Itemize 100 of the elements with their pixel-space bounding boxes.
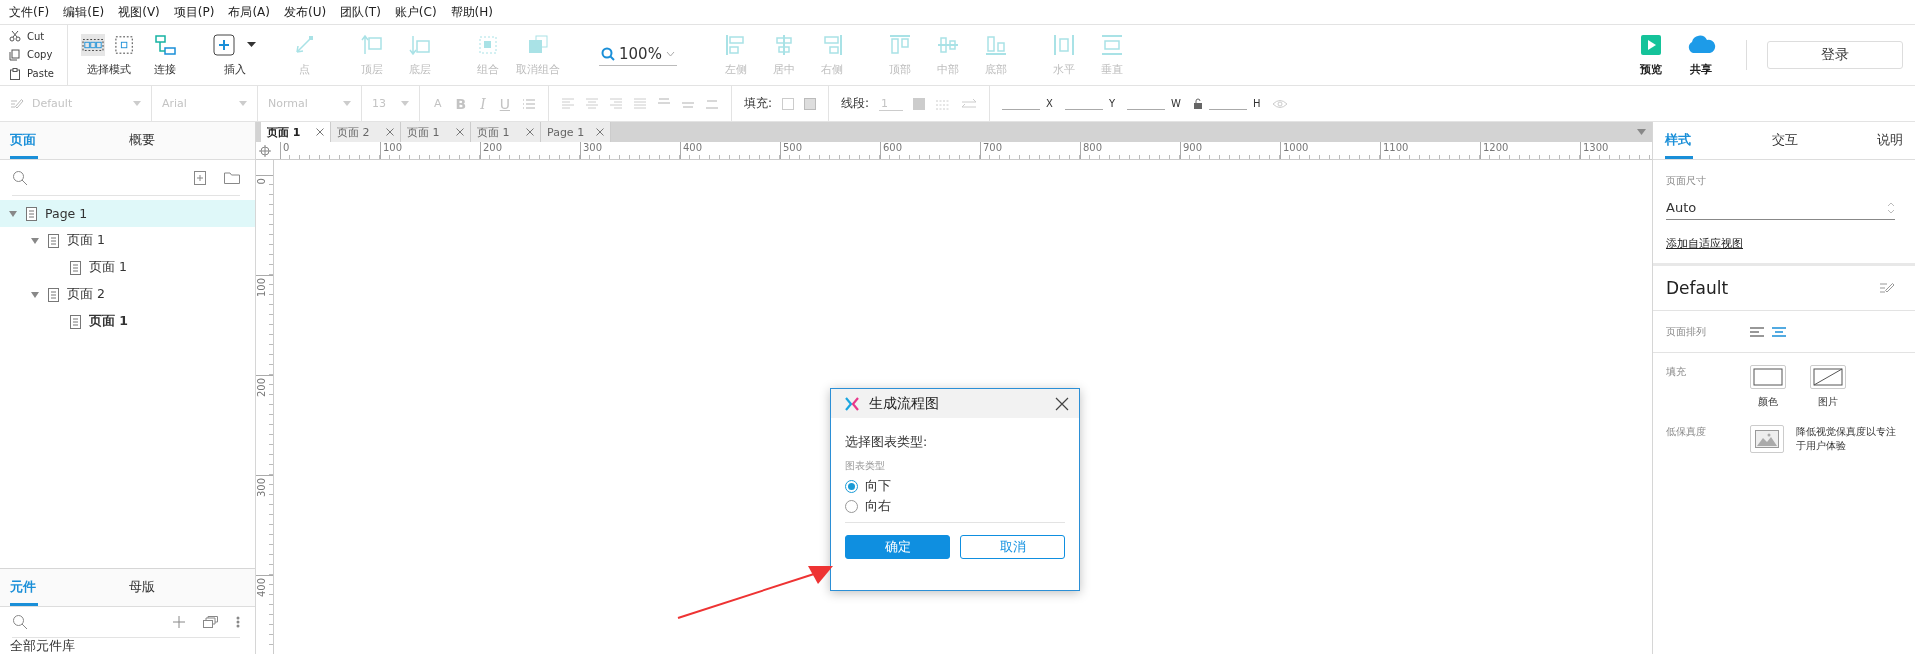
coordinate-label: H xyxy=(1252,98,1261,109)
distribute-icon xyxy=(1052,34,1075,56)
text-align-icon xyxy=(609,97,623,110)
document-tab[interactable]: Page 1 xyxy=(541,122,611,142)
group-icon xyxy=(527,34,549,56)
clipboard-button[interactable]: Paste xyxy=(0,64,67,83)
align-icon xyxy=(724,34,747,56)
caret-icon xyxy=(247,42,256,48)
menu-item[interactable]: 文件(F) xyxy=(2,3,57,21)
panel-tab[interactable]: 交互 xyxy=(1693,131,1877,159)
align-lines-icon[interactable] xyxy=(1750,326,1764,337)
radio-button[interactable] xyxy=(845,479,858,493)
dialog-prompt: 选择图表类型: xyxy=(845,434,929,451)
document-tab[interactable]: 页面 1 xyxy=(261,122,331,142)
field-label: 低保真度 xyxy=(1666,425,1707,439)
toolbar-button[interactable]: 预览 xyxy=(1628,31,1674,79)
align-lines-icon[interactable] xyxy=(1772,326,1786,337)
panel-tab[interactable]: 概要 xyxy=(38,131,245,159)
ruler-label: 400 xyxy=(680,142,780,159)
fidelity-description: 降低视觉保真度以专注于用户体验 xyxy=(1796,425,1897,453)
caret-icon xyxy=(401,101,409,106)
low-fidelity-button[interactable] xyxy=(1750,425,1784,453)
text-align-icon xyxy=(561,97,575,110)
align-icon xyxy=(936,34,959,56)
text-align-icon xyxy=(633,97,647,110)
page-icon xyxy=(48,233,59,248)
menu-item[interactable]: 项目(P) xyxy=(166,3,222,21)
lock-icon xyxy=(1192,98,1203,109)
page-icon xyxy=(48,287,59,302)
layer-icon xyxy=(361,34,383,56)
toolbar-button[interactable]: 连接 xyxy=(142,31,188,79)
menu-item[interactable]: 布局(A) xyxy=(221,3,277,21)
ruler-label: 100 xyxy=(380,142,480,159)
layer-icon xyxy=(409,34,431,56)
panel-tab[interactable]: 说明 xyxy=(1877,131,1903,159)
add-page-icon xyxy=(194,170,206,185)
radio-option[interactable]: 向右 xyxy=(845,496,1065,516)
pencil-icon xyxy=(10,97,24,110)
shadow-swatch-icon xyxy=(804,97,817,110)
scissors-icon xyxy=(9,30,21,43)
page-tree-item[interactable]: 页面 1 xyxy=(0,227,255,254)
ruler-label: 0 xyxy=(256,178,268,185)
radio-button[interactable] xyxy=(845,499,858,513)
list-icon xyxy=(522,97,536,110)
arrow-style-icon xyxy=(961,97,978,110)
caret-icon xyxy=(239,101,247,106)
cancel-button[interactable]: 取消 xyxy=(960,535,1065,559)
align-icon xyxy=(888,34,911,56)
toolbar-button[interactable]: 共享 xyxy=(1678,31,1724,79)
page-size-field[interactable]: Auto xyxy=(1666,200,1895,220)
adaptive-view-link[interactable]: 添加自适应视图 xyxy=(1666,236,1743,251)
clipboard-icon xyxy=(9,67,21,80)
coordinate-label: W xyxy=(1171,98,1181,109)
menu-item[interactable]: 编辑(E) xyxy=(56,3,112,21)
menu-item[interactable]: 发布(U) xyxy=(277,3,334,21)
menu-item[interactable]: 账户(C) xyxy=(387,3,444,21)
fill-label: 填充: xyxy=(744,95,773,112)
panel-tab[interactable]: 页面 xyxy=(10,131,38,159)
clipboard-button[interactable]: Cut xyxy=(0,27,67,46)
close-icon xyxy=(316,128,324,136)
page-icon xyxy=(70,314,81,329)
align-icon xyxy=(984,34,1007,56)
page-icon xyxy=(70,260,81,275)
radio-option[interactable]: 向下 xyxy=(845,476,1065,496)
document-tab[interactable]: 页面 1 xyxy=(401,122,471,142)
fill-option[interactable]: 图片 xyxy=(1810,365,1846,409)
ruler-label: 1100 xyxy=(1380,142,1480,159)
line-color-swatch-icon xyxy=(913,97,926,110)
toolbar-button[interactable]: 选择模式 xyxy=(78,31,140,79)
close-icon xyxy=(386,128,394,136)
connector-icon xyxy=(154,34,176,56)
spinner-icon xyxy=(1887,200,1895,215)
menu-item[interactable]: 视图(V) xyxy=(111,3,167,21)
page-tree-item[interactable]: Page 1 xyxy=(0,200,255,227)
crosshair-icon xyxy=(259,145,271,157)
ruler-label: 600 xyxy=(880,142,980,159)
image-icon xyxy=(1755,430,1779,448)
menu-item[interactable]: 帮助(H) xyxy=(443,3,500,21)
ruler-label: 700 xyxy=(980,142,1080,159)
coordinate-label: Y xyxy=(1108,98,1116,109)
ruler-label: 0 xyxy=(280,142,380,159)
toolbar-button[interactable]: 插入 xyxy=(210,31,259,79)
field-label: 页面排列 xyxy=(1666,324,1707,339)
page-icon xyxy=(26,206,37,221)
page-tree-item[interactable]: 页面 1 xyxy=(0,254,255,281)
page-tree-item[interactable]: 页面 1 xyxy=(0,308,255,335)
play-icon xyxy=(1640,34,1662,56)
fill-option[interactable]: 颜色 xyxy=(1750,365,1786,409)
cloud-icon xyxy=(1686,34,1716,56)
clipboard-button[interactable]: Copy xyxy=(0,46,67,64)
page-tree-item[interactable]: 页面 2 xyxy=(0,281,255,308)
login-button[interactable]: 登录 xyxy=(1767,41,1903,69)
menu-item[interactable]: 团队(T) xyxy=(333,3,388,21)
panel-tab[interactable]: 样式 xyxy=(1665,131,1693,159)
zoom-dropdown[interactable]: 100% xyxy=(599,44,677,66)
document-tab[interactable]: 页面 1 xyxy=(471,122,541,142)
panel-tab[interactable]: 母版 xyxy=(38,578,245,606)
search-icon xyxy=(12,614,28,630)
edit-icon xyxy=(1879,282,1895,294)
document-tab[interactable]: 页面 2 xyxy=(331,122,401,142)
